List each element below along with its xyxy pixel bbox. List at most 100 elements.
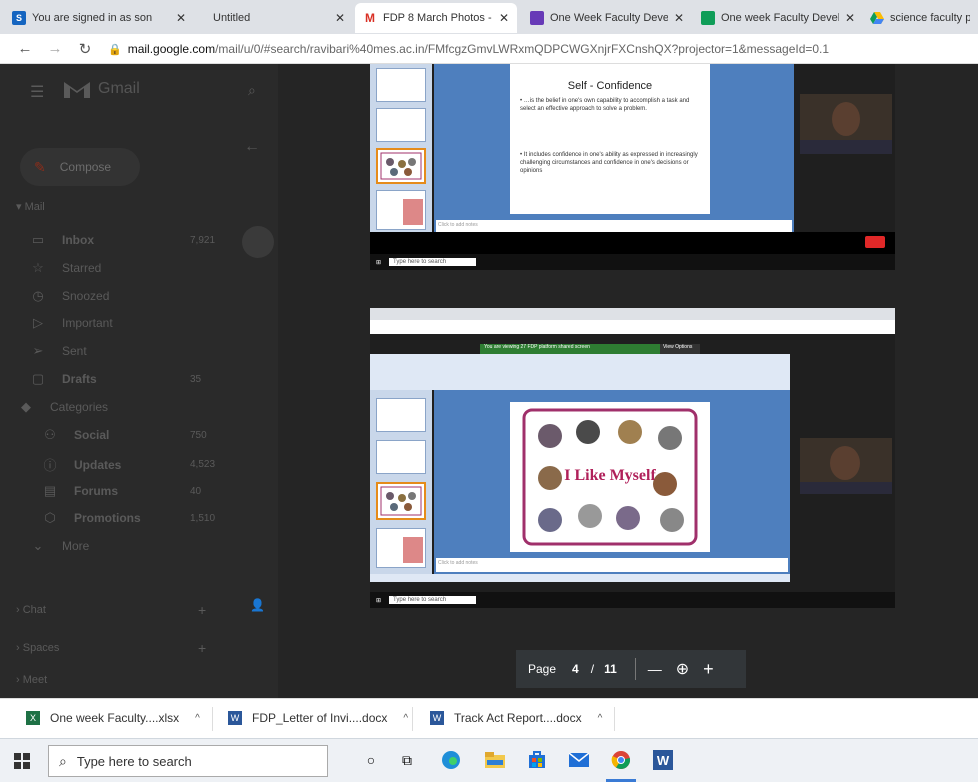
download-item[interactable]: X One week Faculty....xlsx ^ (26, 711, 200, 725)
close-icon[interactable]: ✕ (845, 11, 855, 25)
people-icon: ⚇ (44, 427, 56, 442)
star-icon: ☆ (32, 260, 44, 275)
sidebar-item-label: Updates (74, 457, 122, 472)
address-bar: ← → ↻ 🔒 mail.google.com/mail/u/0/#search/… (0, 34, 978, 64)
url-field[interactable]: 🔒 mail.google.com/mail/u/0/#search/raviba… (108, 42, 829, 56)
divider (614, 707, 615, 731)
sidebar-item-snoozed[interactable]: ◷ Snoozed (30, 288, 109, 304)
svg-text:W: W (657, 753, 670, 768)
windows-taskbar: ⌕ Type here to search ○ ⧉ W (0, 738, 978, 782)
tab-science-faculty[interactable]: science faculty pho (862, 3, 978, 33)
search-icon[interactable]: ⌕ (248, 82, 256, 99)
tab-faculty-dev-2[interactable]: One week Faculty Devel ✕ (693, 3, 863, 33)
sidebar-item-sent[interactable]: ➢ Sent (30, 343, 87, 359)
current-page[interactable]: 4 (572, 662, 579, 676)
pencil-icon: ✎ (34, 158, 46, 175)
reload-icon[interactable]: ↻ (74, 40, 96, 58)
sidebar-item-drafts[interactable]: ▢ Drafts 35 (30, 371, 201, 387)
chevron-down-icon: ⌄ (32, 538, 44, 553)
windows-start-icon[interactable] (14, 753, 30, 774)
tab-signed-in[interactable]: S You are signed in as son ✕ (4, 3, 194, 33)
view-options-button[interactable]: View Options (660, 344, 700, 354)
sidebar-item-social[interactable]: ⚇ Social 750 (42, 427, 207, 443)
mail-icon[interactable] (568, 749, 590, 771)
back-arrow-icon[interactable]: ← (244, 138, 260, 156)
inner-taskbar: ⊞ Type here to search (370, 592, 895, 608)
sidebar-item-updates[interactable]: ⓘ Updates 4,523 (42, 455, 215, 474)
sidebar-item-label: Categories (50, 400, 109, 414)
edge-icon[interactable] (440, 749, 462, 771)
close-icon[interactable]: ✕ (176, 11, 186, 25)
taskbar-search-box[interactable]: ⌕ Type here to search (48, 745, 328, 777)
close-icon[interactable]: ✕ (335, 11, 345, 25)
url-path: /mail/u/0/#search/ravibari%40mes.ac.in/F… (215, 41, 830, 56)
gmail-brand: Gmail (98, 80, 140, 97)
gmail-icon: M (363, 11, 377, 25)
tab-untitled[interactable]: Untitled ✕ (205, 3, 353, 33)
zoom-in-button[interactable]: + (703, 659, 714, 680)
sidebar-item-label: Social (74, 428, 110, 442)
file-explorer-icon[interactable] (484, 749, 506, 771)
download-name: FDP_Letter of Invi....docx (252, 711, 388, 725)
chrome-icon[interactable] (610, 749, 632, 771)
sidebar-item-more[interactable]: ⌄ More (30, 538, 90, 554)
sidebar-item-label: Starred (62, 261, 102, 275)
draft-icon: ▢ (31, 371, 45, 386)
zoom-out-button[interactable]: — (648, 661, 662, 677)
tab-faculty-dev-1[interactable]: One Week Faculty Devel ✕ (522, 3, 692, 33)
chevron-up-icon[interactable]: ^ (195, 713, 200, 724)
slide-thumbnail-panel (370, 390, 432, 574)
gmail-logo[interactable]: Gmail (62, 78, 140, 100)
mail-section-label: ▾ Mail (16, 201, 45, 213)
slide-self-confidence: Self - Confidence • …is the belief in on… (510, 64, 710, 214)
meet-section[interactable]: › Meet (16, 674, 47, 686)
compose-button[interactable]: ✎ Compose (20, 148, 140, 186)
presentation-screenshot-2[interactable]: You are viewing 27 FDP platform shared s… (370, 308, 895, 608)
forward-arrow-icon[interactable]: → (44, 40, 66, 57)
cortana-icon[interactable]: ○ (360, 749, 382, 771)
meeting-controls-bar (370, 232, 895, 254)
menu-icon[interactable]: ☰ (30, 82, 44, 102)
task-view-icon[interactable]: ⧉ (396, 749, 418, 771)
unread-count: 750 (190, 429, 207, 441)
tag-icon: ⬡ (44, 510, 56, 525)
tab-fdp-photos[interactable]: M FDP 8 March Photos - p ✕ (355, 3, 517, 33)
sidebar-item-forums[interactable]: ▤ Forums 40 (42, 483, 201, 499)
word-icon[interactable]: W (652, 749, 674, 771)
close-icon[interactable]: ✕ (674, 11, 684, 25)
back-arrow-icon[interactable]: ← (14, 40, 36, 57)
unread-count: 40 (190, 485, 202, 497)
excel-file-icon: X (26, 711, 40, 725)
sidebar-item-promotions[interactable]: ⬡ Promotions 1,510 (42, 510, 215, 526)
add-space-icon[interactable]: + (198, 640, 206, 656)
download-item[interactable]: W Track Act Report....docx ^ (430, 711, 602, 725)
word-file-icon: W (228, 711, 242, 725)
clock-icon: ◷ (32, 288, 44, 303)
download-item[interactable]: W FDP_Letter of Invi....docx ^ (228, 711, 408, 725)
sidebar-item-important[interactable]: ▷ Important (30, 315, 113, 331)
chevron-up-icon[interactable]: ^ (598, 713, 603, 724)
chat-section[interactable]: › Chat (16, 604, 46, 616)
sidebar-item-categories[interactable]: ◆ Categories (18, 399, 108, 415)
close-icon[interactable]: ✕ (499, 11, 509, 25)
search-placeholder: Type here to search (76, 753, 192, 769)
presentation-screenshot-1[interactable]: Self - Confidence • …is the belief in on… (370, 64, 895, 270)
sidebar-item-starred[interactable]: ☆ Starred (30, 260, 101, 276)
slide-bullet-1: • …is the belief in one's own capability… (520, 98, 690, 112)
spaces-section[interactable]: › Spaces (16, 642, 59, 654)
important-icon: ▷ (33, 315, 43, 330)
sheets-icon (701, 11, 715, 25)
zoom-icon[interactable]: ⊕ (676, 659, 689, 679)
add-chat-icon[interactable]: + (198, 602, 206, 618)
end-meeting-button[interactable] (865, 236, 885, 248)
slide-title: Self - Confidence (567, 80, 653, 92)
sidebar-item-inbox[interactable]: ▭ Inbox 7,921 (30, 232, 215, 248)
info-icon: ⓘ (43, 458, 57, 473)
tab-label: One Week Faculty Devel (550, 12, 668, 24)
chevron-up-icon[interactable]: ^ (403, 713, 408, 724)
screen-share-banner: You are viewing 27 FDP platform shared s… (480, 344, 680, 354)
avatar (242, 226, 274, 258)
windows-icon: ⊞ (376, 597, 382, 604)
store-icon[interactable] (526, 749, 548, 771)
divider (212, 707, 213, 731)
